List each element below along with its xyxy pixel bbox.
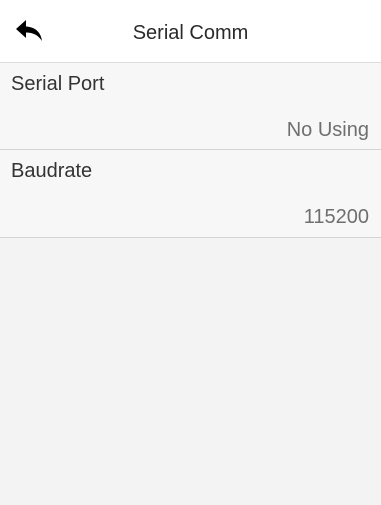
settings-list: Serial Port No Using Baudrate 115200 — [0, 62, 381, 238]
serial-port-row[interactable]: Serial Port No Using — [0, 62, 381, 150]
baudrate-label: Baudrate — [11, 160, 93, 182]
serial-port-label: Serial Port — [11, 73, 105, 95]
serial-port-value: No Using — [286, 119, 369, 141]
baudrate-row[interactable]: Baudrate 115200 — [0, 150, 381, 238]
page-title: Serial Comm — [132, 22, 249, 44]
baudrate-value: 115200 — [303, 206, 369, 228]
title-bar: Serial Comm — [0, 0, 381, 62]
